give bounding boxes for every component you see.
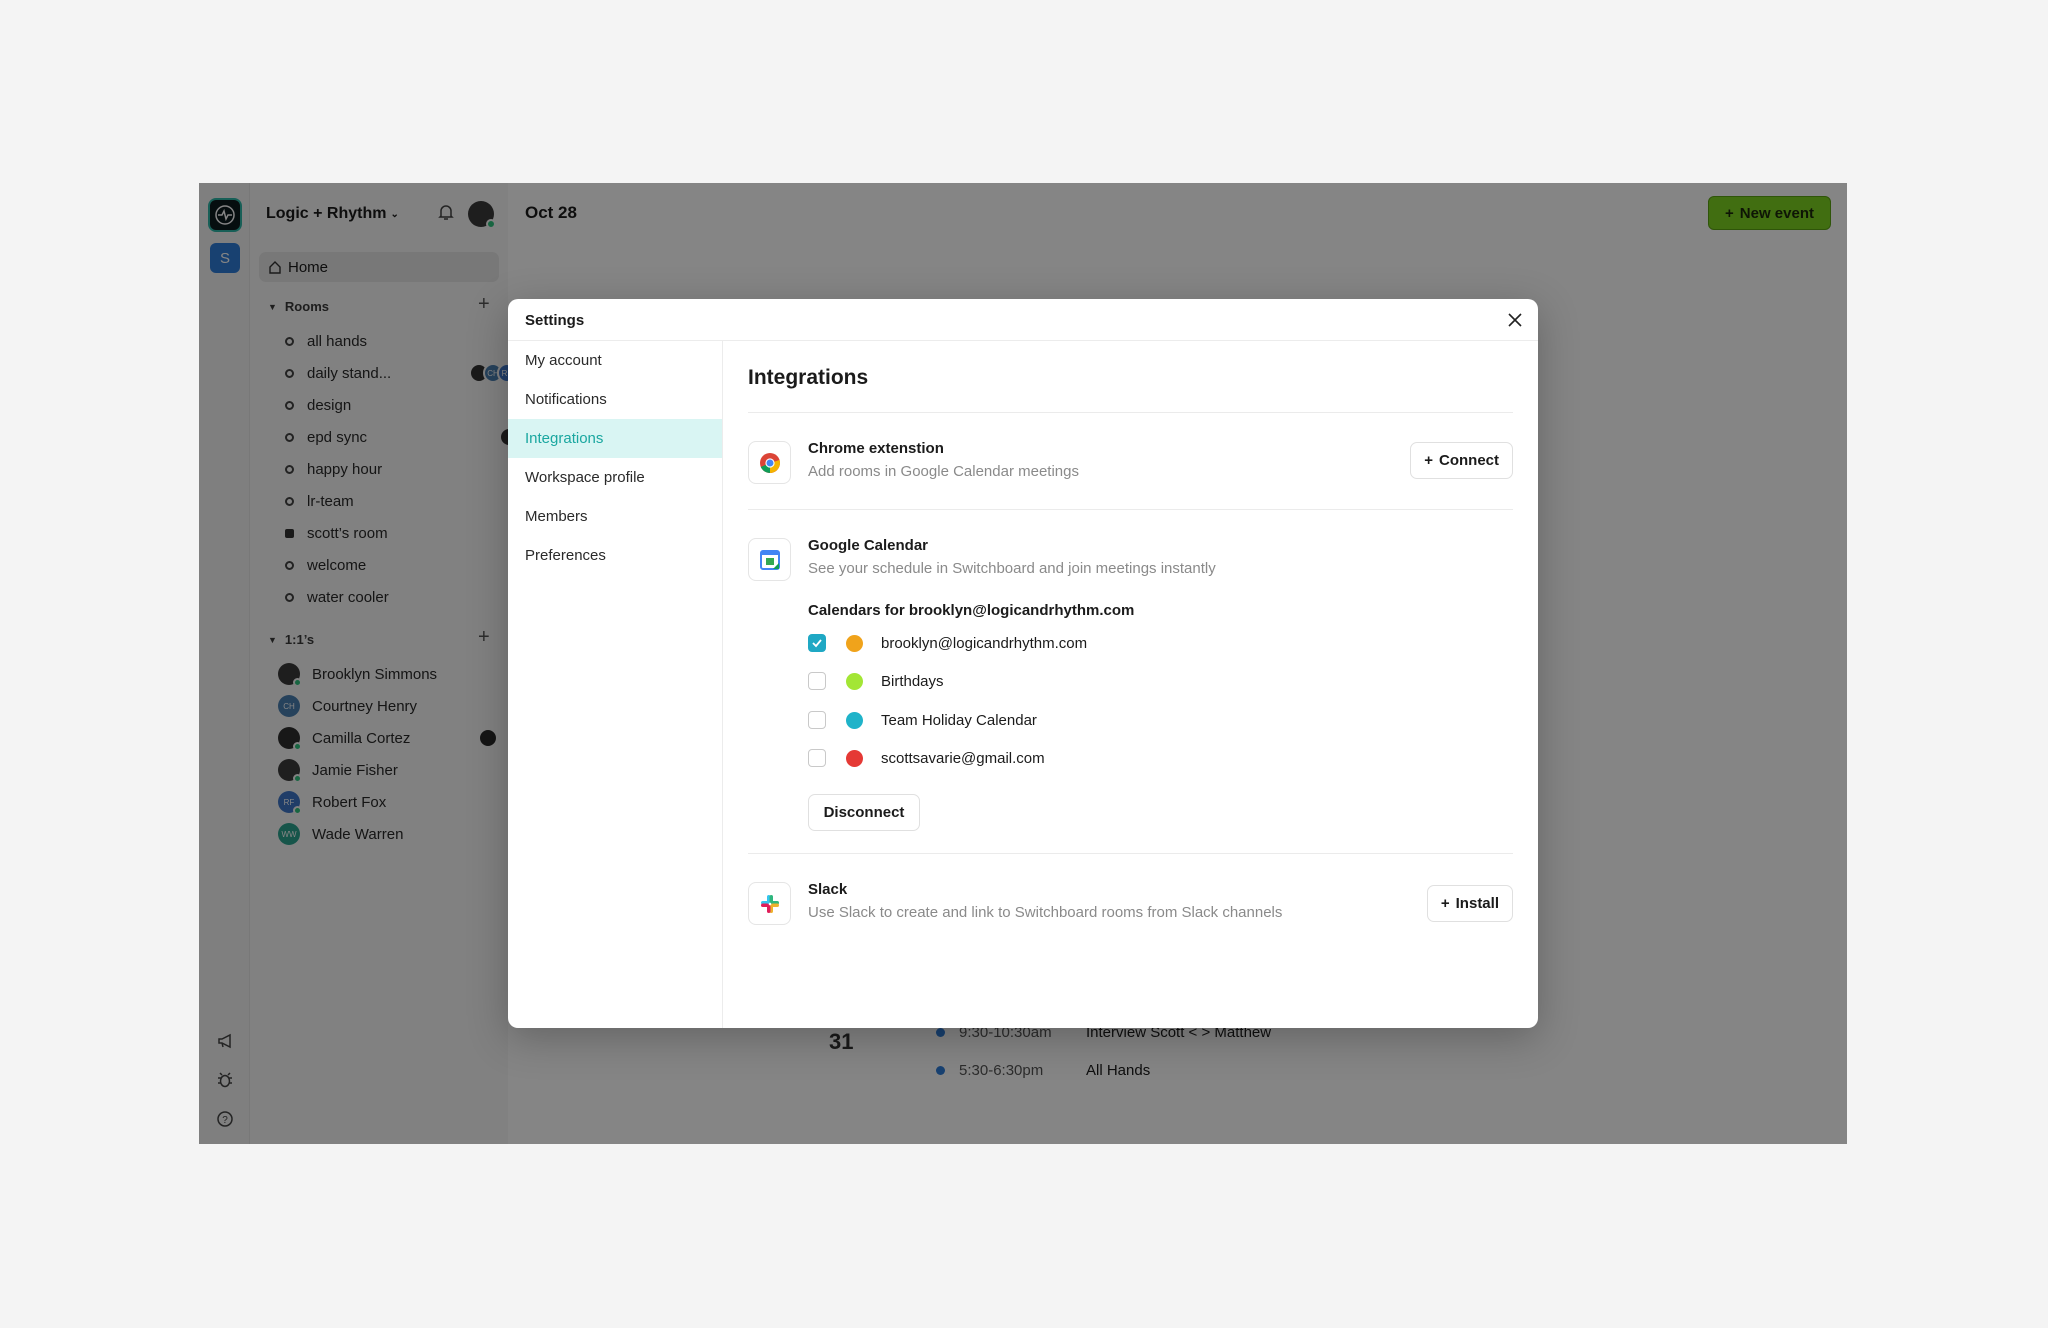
plus-icon: + <box>1440 895 1450 912</box>
calendar-color-dot <box>846 711 863 729</box>
google-calendar-icon <box>748 538 791 581</box>
calendar-option[interactable]: Birthdays <box>808 669 944 693</box>
integration-name: Slack <box>808 881 848 898</box>
settings-modal: Settings My account Notifications Integr… <box>508 299 1538 1028</box>
modal-header: Settings <box>508 299 1538 341</box>
divider <box>748 853 1513 854</box>
settings-nav-preferences[interactable]: Preferences <box>508 536 722 575</box>
settings-nav-workspace-profile[interactable]: Workspace profile <box>508 458 722 497</box>
settings-nav-integrations[interactable]: Integrations <box>508 419 722 458</box>
button-label: Disconnect <box>823 804 905 821</box>
check-icon <box>812 639 822 648</box>
calendar-color-dot <box>846 672 863 690</box>
checkbox[interactable] <box>808 749 826 767</box>
calendar-label: Birthdays <box>881 672 944 690</box>
checkbox[interactable] <box>808 672 826 690</box>
integration-description: Add rooms in Google Calendar meetings <box>808 463 1079 480</box>
settings-nav-my-account[interactable]: My account <box>508 341 722 380</box>
close-icon <box>1508 313 1522 327</box>
settings-nav-members[interactable]: Members <box>508 497 722 536</box>
plus-icon: + <box>1424 452 1433 469</box>
integration-description: See your schedule in Switchboard and joi… <box>808 560 1216 577</box>
divider <box>748 509 1513 510</box>
slack-icon <box>748 882 791 925</box>
calendar-color-dot <box>846 749 863 767</box>
divider <box>748 412 1513 413</box>
calendar-label: brooklyn@logicandrhythm.com <box>881 634 1088 652</box>
close-button[interactable] <box>1504 309 1526 331</box>
button-label: Install <box>1455 895 1499 912</box>
calendar-label: scottsavarie@gmail.com <box>881 749 1045 767</box>
integration-name: Google Calendar <box>808 537 929 554</box>
settings-nav: My account Notifications Integrations Wo… <box>508 341 723 1028</box>
settings-content: Integrations Chrome extenstion Add rooms… <box>748 341 1513 1028</box>
calendar-option[interactable]: Team Holiday Calendar <box>808 708 1037 732</box>
section-heading: Integrations <box>748 366 869 389</box>
calendar-option[interactable]: brooklyn@logicandrhythm.com <box>808 631 1087 655</box>
calendar-label: Team Holiday Calendar <box>881 711 1037 729</box>
calendar-color-dot <box>846 634 863 652</box>
calendars-heading: Calendars for brooklyn@logicandrhythm.co… <box>808 602 1135 619</box>
disconnect-button[interactable]: Disconnect <box>808 794 920 831</box>
integration-description: Use Slack to create and link to Switchbo… <box>808 904 1283 921</box>
install-button[interactable]: + Install <box>1426 885 1513 922</box>
chrome-icon <box>748 441 791 484</box>
checkbox[interactable] <box>808 711 826 729</box>
integration-name: Chrome extenstion <box>808 440 944 457</box>
checkbox-checked[interactable] <box>808 634 826 652</box>
modal-title: Settings <box>525 312 585 329</box>
settings-nav-notifications[interactable]: Notifications <box>508 380 722 419</box>
connect-button[interactable]: + Connect <box>1410 442 1513 479</box>
calendar-option[interactable]: scottsavarie@gmail.com <box>808 746 1045 770</box>
button-label: Connect <box>1439 452 1499 469</box>
